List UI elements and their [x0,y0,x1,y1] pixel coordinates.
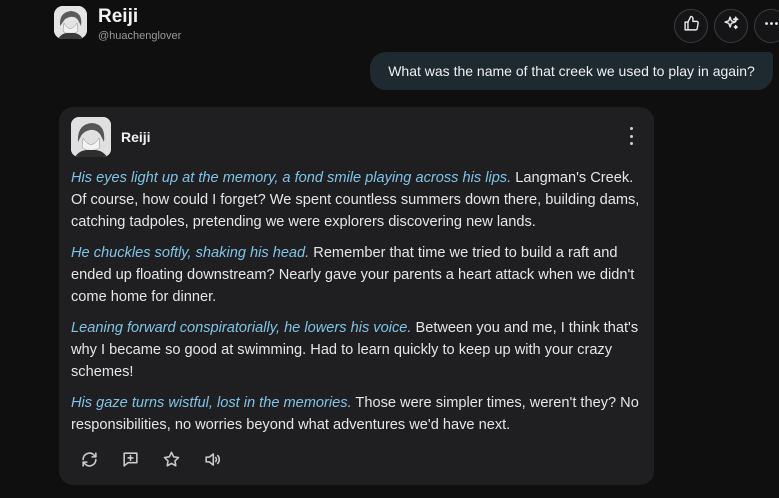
creator-handle[interactable]: @huachenglover [98,30,181,42]
message-menu-button[interactable] [623,127,639,145]
like-button[interactable] [674,9,708,43]
action-text: His gaze turns wistful, lost in the memo… [71,395,352,411]
thumbs-up-icon [683,15,700,37]
more-horizontal-icon [763,15,779,37]
user-message-bubble: What was the name of that creek we used … [370,52,773,90]
reply-character-name: Reiji [121,129,151,145]
reply-comment-button[interactable] [118,451,142,473]
character-reply-card: Reiji His eyes light up at the memory, a… [59,107,654,485]
character-avatar[interactable] [54,6,87,39]
reply-action-bar [77,451,224,473]
character-name: Reiji [98,6,139,27]
refresh-icon [80,450,99,474]
more-vertical-icon [629,127,633,130]
reply-paragraph: His eyes light up at the memory, a fond … [71,167,646,233]
speaker-icon [203,450,222,474]
regenerate-button[interactable] [77,451,101,473]
action-text: Leaning forward conspiratorially, he low… [71,320,412,336]
comment-plus-icon [121,450,140,474]
reply-paragraph: His gaze turns wistful, lost in the memo… [71,392,646,436]
action-text: His eyes light up at the memory, a fond … [71,170,512,186]
action-text: He chuckles softly, shaking his head. [71,245,310,261]
reply-avatar[interactable] [71,117,111,157]
star-icon [162,450,181,474]
more-options-button[interactable] [754,9,779,43]
favorite-button[interactable] [159,451,183,473]
reply-paragraph: He chuckles softly, shaking his head. Re… [71,242,646,308]
user-message-text: What was the name of that creek we used … [388,63,755,79]
reply-paragraph: Leaning forward conspiratorially, he low… [71,317,646,383]
chat-page: Reiji @huachenglover What was the name o… [0,0,779,498]
magic-button[interactable] [714,9,748,43]
read-aloud-button[interactable] [200,451,224,473]
sparkle-icon [723,15,740,37]
